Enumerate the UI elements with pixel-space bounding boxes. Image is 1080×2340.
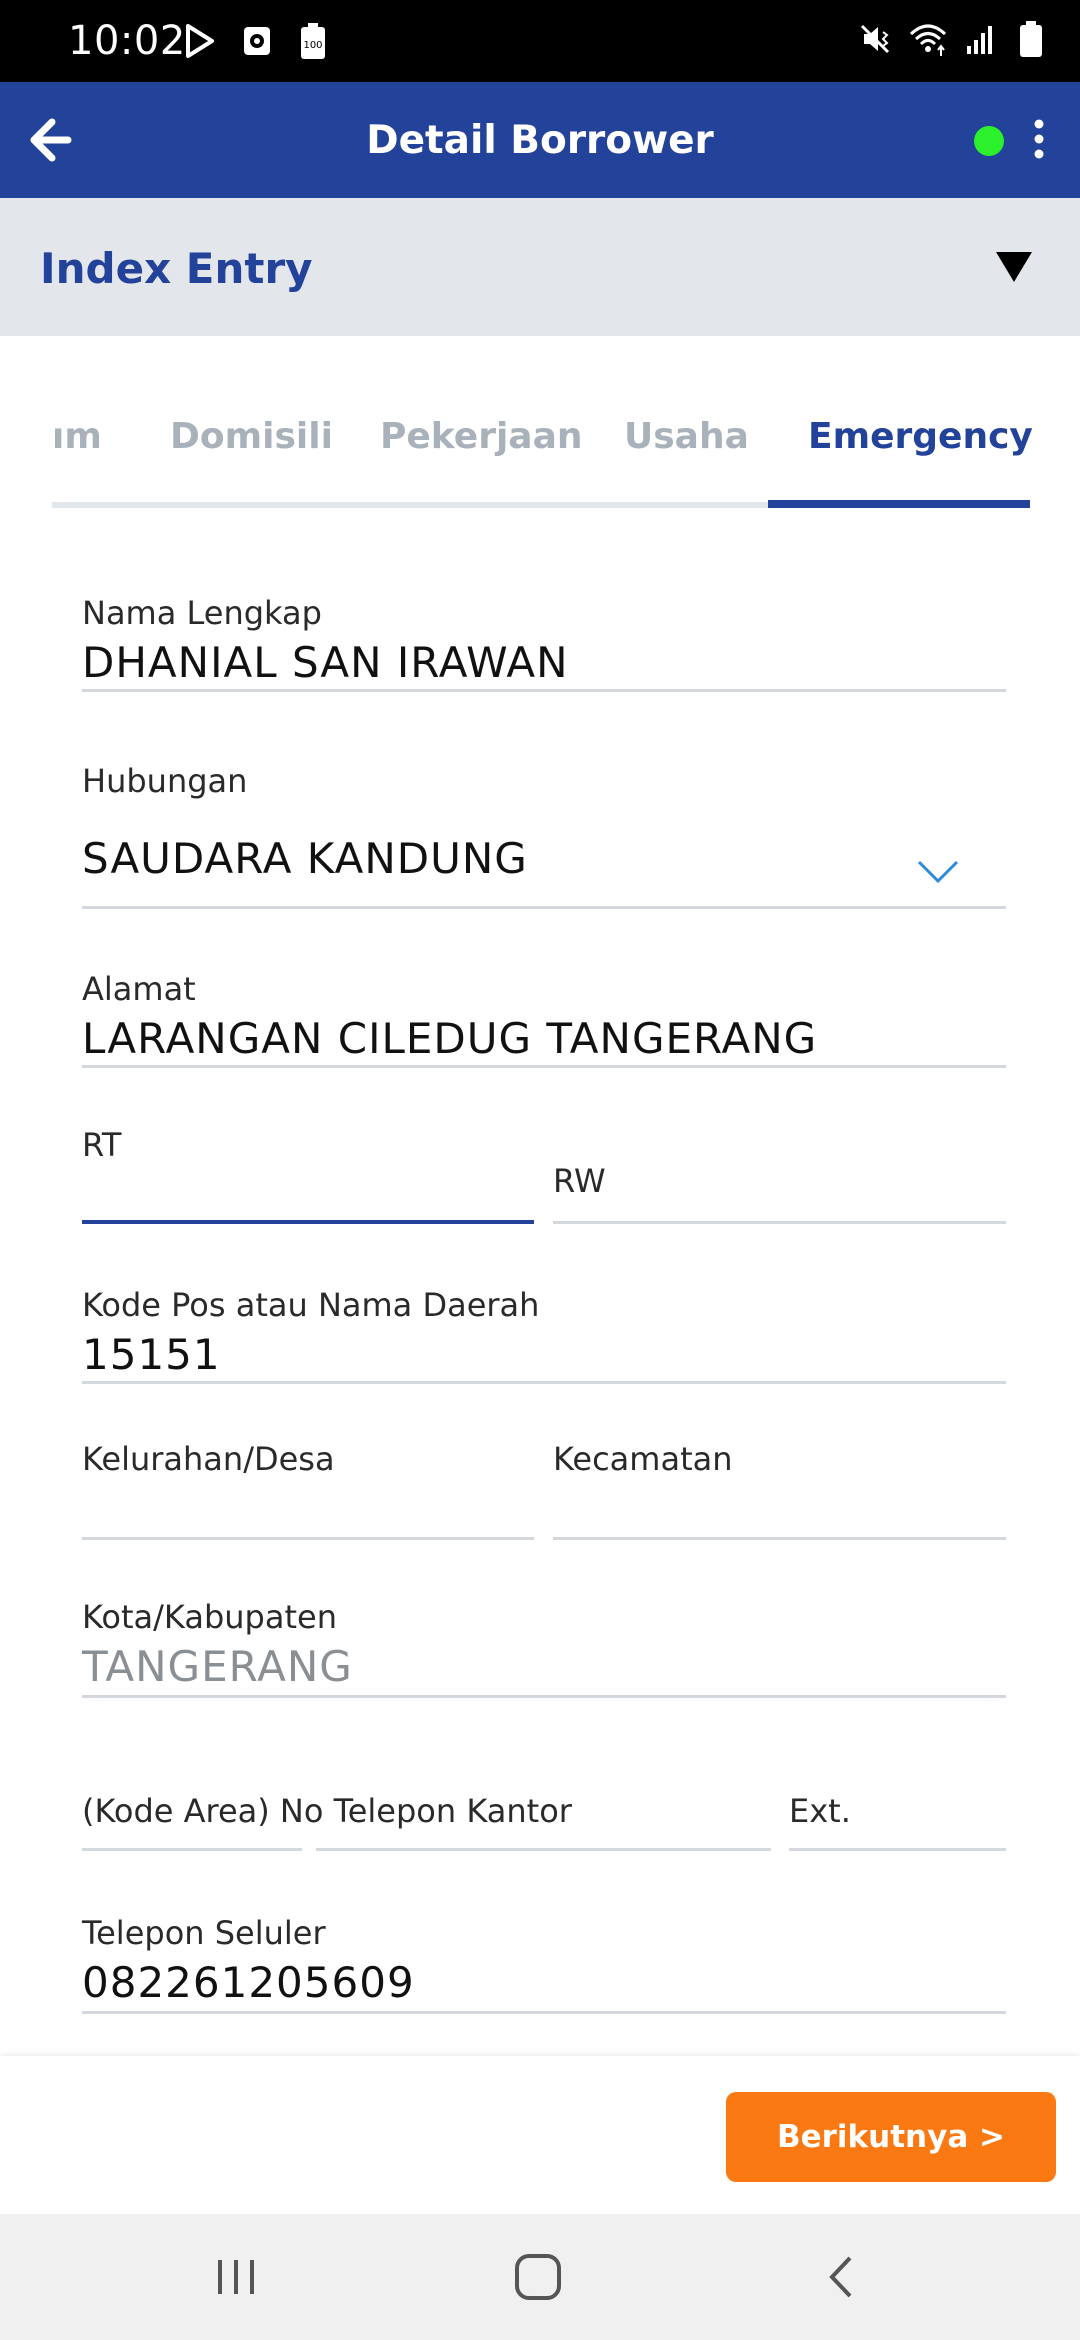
online-status-indicator [974,126,1004,156]
alamat-input[interactable]: LARANGAN CILEDUG TANGERANG [82,1014,817,1063]
field-underline [82,906,1006,909]
system-nav-bar [0,2214,1080,2340]
rw-field[interactable]: RW [553,1160,1006,1226]
nama-lengkap-input[interactable]: DHANIAL SAN IRAWAN [82,638,569,687]
field-underline [82,1065,1006,1068]
kota-value: TANGERANG [82,1642,353,1691]
page-title: Detail Borrower [366,118,714,163]
alamat-field[interactable]: Alamat LARANGAN CILEDUG TANGERANG [82,966,1006,1070]
hubungan-selected-value[interactable]: SAUDARA KANDUNG [82,834,528,883]
tab-pekerjaan[interactable]: Pekerjaan [380,416,583,457]
status-bar: 10:02 100 [0,0,1080,82]
kecamatan-field[interactable]: Kecamatan [553,1440,1006,1542]
home-icon[interactable] [510,2252,566,2302]
svg-text:100: 100 [303,40,322,51]
chevron-down-icon[interactable] [916,858,960,886]
tab-usaha[interactable]: Usaha [624,416,749,457]
field-underline [82,689,1006,692]
telepon-seluler-input[interactable]: 082261205609 [82,1958,415,2007]
field-underline [82,1848,302,1851]
caret-down-icon[interactable] [994,250,1034,284]
rw-label: RW [553,1162,606,1200]
wifi-icon [909,24,947,56]
ext-label: Ext. [789,1792,851,1830]
rt-field[interactable]: RT [82,1124,534,1226]
next-button[interactable]: Berikutnya > [726,2092,1056,2182]
kota-field: Kota/Kabupaten TANGERANG [82,1598,1006,1702]
tab-emergency[interactable]: Emergency [808,416,1033,457]
kode-pos-input[interactable]: 15151 [82,1330,221,1379]
field-underline [82,1381,1006,1384]
status-time: 10:02 [68,18,186,64]
back-nav-icon[interactable] [814,2252,870,2302]
nama-lengkap-label: Nama Lengkap [82,594,322,632]
field-underline [553,1221,1006,1224]
field-underline [789,1848,1006,1851]
play-store-icon [186,24,214,58]
tab-active-indicator [768,500,1030,508]
field-underline [316,1848,771,1851]
status-icons-left: 100 [184,22,330,60]
kode-pos-field[interactable]: Kode Pos atau Nama Daerah 15151 [82,1282,1006,1386]
mute-vibrate-icon [860,24,890,54]
ext-field[interactable]: Ext. [789,1790,1006,1852]
signal-icon [967,26,992,54]
telepon-kantor-field[interactable] [316,1790,771,1852]
status-icons-right [858,20,1048,58]
field-underline [82,2011,1006,2014]
telepon-seluler-label: Telepon Seluler [82,1914,326,1952]
more-options-icon[interactable] [1024,118,1054,162]
field-underline [553,1537,1006,1540]
battery-100-icon: 100 [301,23,325,59]
app-bar: Detail Borrower [0,82,1080,198]
kota-label: Kota/Kabupaten [82,1598,337,1636]
kelurahan-label: Kelurahan/Desa [82,1440,335,1478]
nama-lengkap-field[interactable]: Nama Lengkap DHANIAL SAN IRAWAN [82,590,1006,694]
bottom-action-bar: Berikutnya > [0,2056,1080,2214]
recent-apps-icon[interactable] [208,2252,264,2302]
field-underline [82,1537,534,1540]
battery-icon [1020,21,1042,57]
index-entry-label: Index Entry [40,244,313,293]
index-entry-header[interactable]: Index Entry [0,198,1080,336]
alamat-label: Alamat [82,970,196,1008]
hubungan-label: Hubungan [82,762,248,800]
kode-pos-label: Kode Pos atau Nama Daerah [82,1286,540,1324]
telepon-seluler-field[interactable]: Telepon Seluler 082261205609 [82,1914,1006,2018]
kelurahan-field[interactable]: Kelurahan/Desa [82,1440,534,1542]
field-underline-focused [82,1220,534,1224]
kecamatan-label: Kecamatan [553,1440,733,1478]
tab-partial[interactable]: ım [52,416,102,457]
screen-record-icon [244,27,270,55]
rt-label: RT [82,1126,122,1164]
hubungan-dropdown[interactable]: Hubungan SAUDARA KANDUNG [82,762,1006,910]
tab-domisili[interactable]: Domisili [170,416,333,457]
tab-bar: ım Domisili Pekerjaan Usaha Emergency [52,398,1033,510]
field-underline [82,1695,1006,1698]
